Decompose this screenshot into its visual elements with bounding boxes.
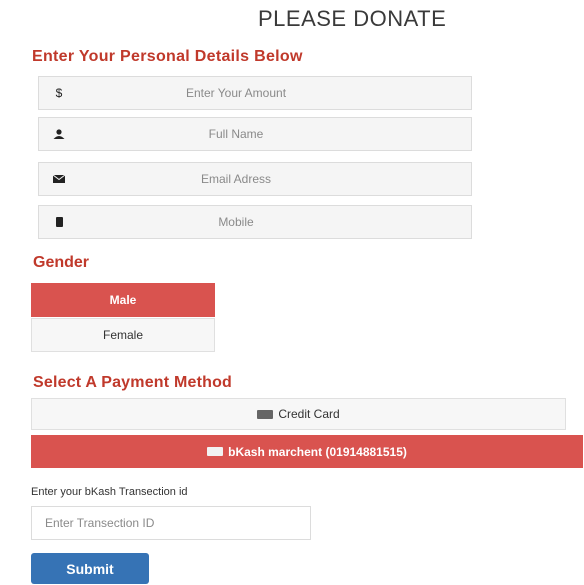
gender-heading: Gender — [33, 254, 90, 271]
credit-card-button[interactable]: Credit Card — [31, 398, 566, 430]
full-name-field-group — [38, 117, 472, 151]
user-icon — [39, 129, 79, 139]
transaction-id-label: Enter your bKash Transection id — [31, 486, 188, 498]
payment-method-heading: Select A Payment Method — [33, 374, 233, 391]
mobile-field-group — [38, 205, 472, 239]
amount-input[interactable] — [79, 85, 471, 101]
submit-button[interactable]: Submit — [31, 553, 149, 584]
personal-details-heading: Enter Your Personal Details Below — [32, 48, 303, 65]
mobile-input[interactable] — [79, 214, 471, 230]
bkash-label: bKash marchent (01914881515) — [228, 444, 407, 459]
amount-field-group: $ — [38, 76, 472, 110]
page-title: PLEASE DONATE — [258, 6, 447, 31]
envelope-icon — [39, 175, 79, 183]
email-input[interactable] — [79, 171, 471, 187]
full-name-input[interactable] — [79, 126, 471, 142]
gender-female-button[interactable]: Female — [31, 318, 215, 352]
dollar-icon: $ — [55, 86, 63, 100]
credit-card-icon — [257, 409, 274, 419]
gender-male-button[interactable]: Male — [31, 283, 215, 317]
phone-icon — [39, 217, 79, 227]
credit-card-label: Credit Card — [278, 407, 340, 421]
wallet-icon — [207, 447, 224, 456]
email-field-group — [38, 162, 472, 196]
bkash-button[interactable]: bKash marchent (01914881515) — [31, 435, 583, 468]
transaction-id-input[interactable] — [31, 506, 311, 540]
